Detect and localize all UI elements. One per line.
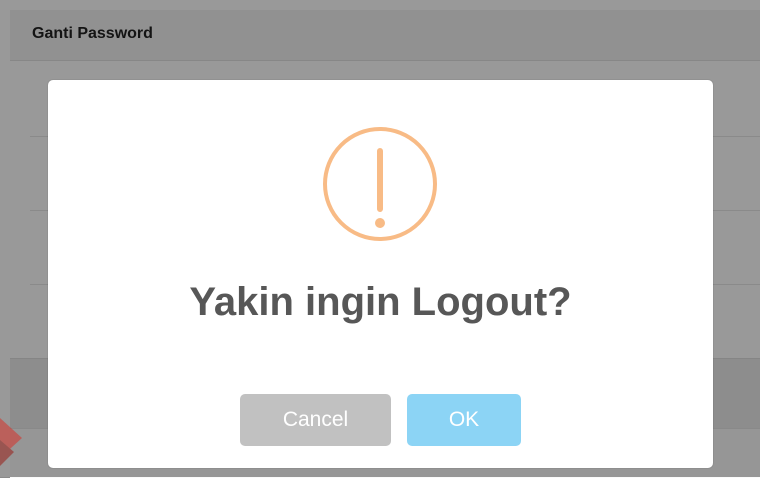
dialog-title: Yakin ingin Logout? [189,280,572,324]
cancel-button[interactable]: Cancel [240,394,391,446]
watermark-logo-icon [0,418,22,466]
ok-button[interactable]: OK [407,394,521,446]
logout-confirm-dialog: Yakin ingin Logout? Cancel OK [48,80,713,468]
warning-exclamation-icon [323,127,437,241]
